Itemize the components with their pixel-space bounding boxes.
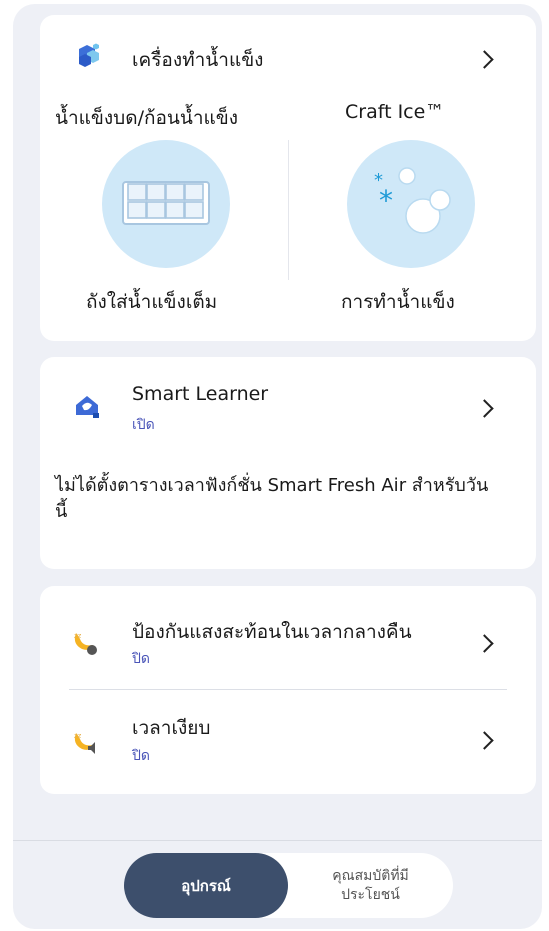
chevron-right-icon[interactable] <box>475 731 494 750</box>
moon-lamp-icon: zz <box>70 628 100 660</box>
chevron-right-icon[interactable] <box>475 399 494 418</box>
night-settings-card: zz ป้องกันแสงสะท้อนในเวลากลางคืน ปิด zz … <box>40 586 536 794</box>
chevron-right-icon[interactable] <box>475 50 494 69</box>
moon-speaker-icon: zz <box>70 728 100 760</box>
tab-useful-features-label: คุณสมบัติที่มีประโยชน์ <box>332 867 409 903</box>
smart-learner-card[interactable]: Smart Learner เปิด ไม่ได้ตั้งตารางเวลาฟั… <box>40 357 536 569</box>
ice-column-divider <box>288 140 289 280</box>
craft-ice-making-status: การทำน้ำแข็ง <box>341 291 455 313</box>
settings-row[interactable]: zz เวลาเงียบ ปิด <box>40 690 536 794</box>
svg-text:*: * <box>379 184 393 217</box>
quiet-time-status: ปิด <box>132 748 150 764</box>
crushed-cubed-ice-title: น้ำแข็งบด/ก้อนน้ำแข็ง <box>55 107 239 129</box>
craft-ice-indicator[interactable]: * * <box>347 140 475 268</box>
svg-text:zz: zz <box>74 632 82 640</box>
bottom-tab-switcher: อุปกรณ์ คุณสมบัติที่มีประโยชน์ <box>124 853 453 918</box>
smart-learner-icon <box>73 393 101 423</box>
chevron-right-icon[interactable] <box>475 634 494 653</box>
settings-row[interactable]: zz ป้องกันแสงสะท้อนในเวลากลางคืน ปิด <box>40 586 536 689</box>
tab-useful-features[interactable]: คุณสมบัติที่มีประโยชน์ <box>288 853 453 918</box>
icemaker-card: เครื่องทำน้ำแข็ง น้ำแข็งบด/ก้อนน้ำแข็ง C… <box>40 15 536 341</box>
ice-bin-indicator[interactable] <box>102 140 230 268</box>
ice-tray-icon <box>122 181 210 225</box>
smart-learner-description: ไม่ได้ตั้งตารางเวลาฟังก์ชั่น Smart Fresh… <box>55 475 489 522</box>
anti-glare-night-status: ปิด <box>132 651 150 667</box>
svg-text:zz: zz <box>74 732 82 740</box>
smart-learner-status: เปิด <box>132 417 155 433</box>
footer-divider <box>13 840 542 841</box>
ice-bin-full-status: ถังใส่น้ำแข็งเต็ม <box>86 291 218 313</box>
icemaker-title[interactable]: เครื่องทำน้ำแข็ง <box>132 45 263 75</box>
ice-cubes-icon <box>73 43 101 73</box>
tab-devices[interactable]: อุปกรณ์ <box>124 853 288 918</box>
quiet-time-title: เวลาเงียบ <box>132 717 211 739</box>
smart-learner-title: Smart Learner <box>132 383 269 405</box>
anti-glare-night-title: ป้องกันแสงสะท้อนในเวลากลางคืน <box>132 621 412 643</box>
craft-ice-balls-icon: * * <box>374 167 451 234</box>
craft-ice-title: Craft Ice™ <box>345 101 445 123</box>
